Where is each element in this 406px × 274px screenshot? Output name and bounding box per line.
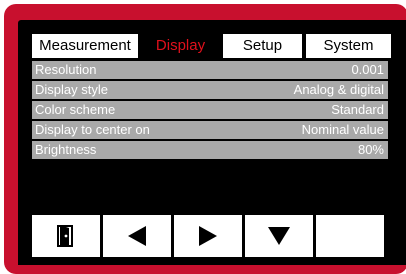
setting-value: Nominal value [301,122,384,137]
left-button[interactable] [103,215,171,257]
setting-row-resolution[interactable]: Resolution 0.001 [32,61,388,79]
tab-measurement[interactable]: Measurement [32,34,138,58]
setting-row-brightness[interactable]: Brightness 80% [32,141,388,159]
setting-label: Display style [35,82,108,97]
tab-setup[interactable]: Setup [223,34,302,58]
setting-row-color-scheme[interactable]: Color scheme Standard [32,101,388,119]
tab-display[interactable]: Display [142,34,219,58]
arrow-left-icon [127,225,147,247]
right-button[interactable] [174,215,242,257]
setting-row-display-center[interactable]: Display to center on Nominal value [32,121,388,139]
setting-value: Analog & digital [293,82,384,97]
setting-row-display-style[interactable]: Display style Analog & digital [32,81,388,99]
arrow-right-icon [198,225,218,247]
softkey-toolbar [32,215,384,257]
exit-door-icon [57,224,75,248]
setting-label: Color scheme [35,102,116,117]
display-screen: Measurement Display Setup System Resolut… [18,20,406,265]
setting-value: 80% [357,142,384,157]
tab-bar: Measurement Display Setup System [32,34,391,58]
tab-system[interactable]: System [306,34,391,58]
settings-list: Resolution 0.001 Display style Analog & … [32,61,388,161]
down-button[interactable] [245,215,313,257]
setting-value: Standard [331,102,384,117]
blank-softkey[interactable] [316,215,384,257]
setting-value: 0.001 [351,62,384,77]
setting-label: Display to center on [35,122,150,137]
setting-label: Resolution [35,62,97,77]
setting-label: Brightness [35,142,97,157]
exit-button[interactable] [32,215,100,257]
arrow-down-icon [267,226,291,246]
